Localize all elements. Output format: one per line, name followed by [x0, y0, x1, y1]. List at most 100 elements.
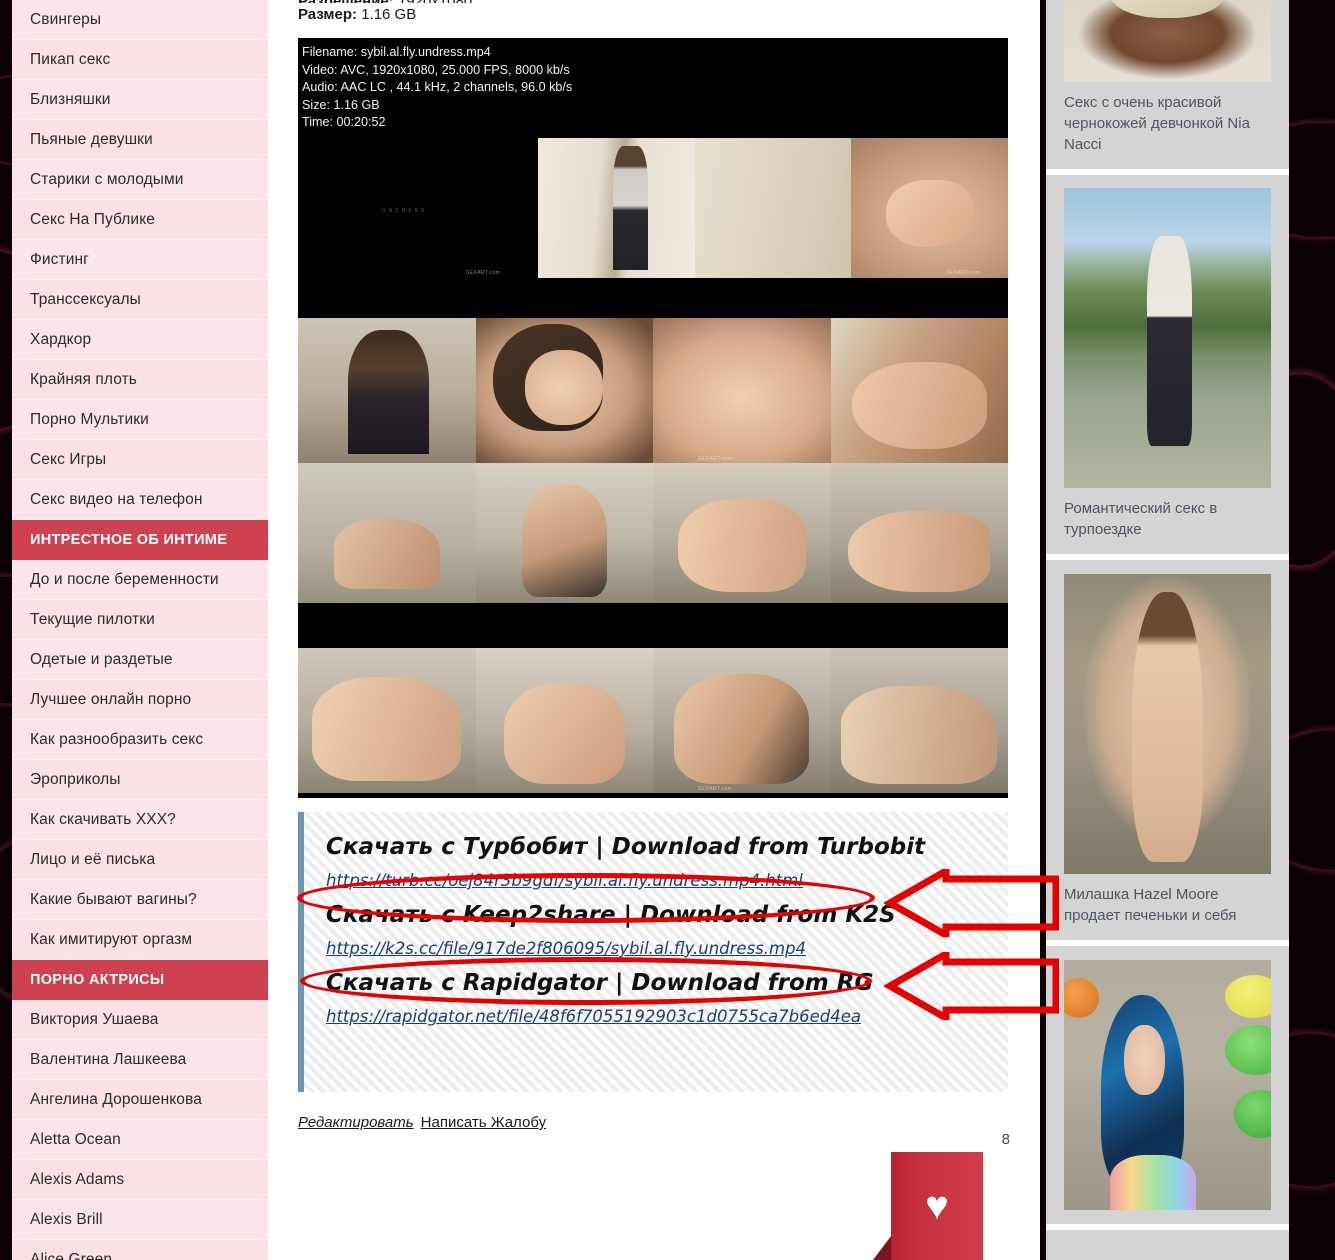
download-link[interactable]: https://rapidgator.net/file/48f6f7055192…: [326, 1002, 861, 1032]
sidebar-item[interactable]: Aletta Ocean: [12, 1120, 268, 1160]
sidebar-item[interactable]: Текущие пилотки: [12, 600, 268, 640]
preview-row-3: [298, 463, 1008, 603]
sidebar-item[interactable]: Порно Мультики: [12, 400, 268, 440]
preview-frame: [694, 138, 852, 278]
sidebar-item[interactable]: До и после беременности: [12, 560, 268, 600]
sidebar-item[interactable]: Близняшки: [12, 80, 268, 120]
media-info-size: Size: 1.16 GB: [302, 97, 380, 112]
sidebar-item[interactable]: Как скачивать XXX?: [12, 800, 268, 840]
sidebar-section-header: ПОРНО АКТРИСЫ: [12, 960, 268, 1000]
thumb-shape: [1064, 977, 1100, 1018]
annotation-arrow-turbobit: [884, 869, 1059, 937]
preview-watermark: SEXART.com: [698, 786, 733, 792]
thumb-shape: [1109, 1155, 1197, 1210]
download-provider-title: Скачать с Турбобит | Download from Turbo…: [326, 834, 926, 860]
sidebar-item[interactable]: Фистинг: [12, 240, 268, 280]
preview-watermark: SEXART.com: [698, 456, 733, 462]
preview-frame: [475, 318, 653, 463]
related-card[interactable]: Романтический секс в турпоездке: [1046, 188, 1289, 560]
sidebar-item[interactable]: Виктория Ушаева: [12, 1000, 268, 1040]
preview-title-glyphs: UNDRESS: [382, 208, 428, 214]
sidebar-item[interactable]: Старики с молодыми: [12, 160, 268, 200]
sidebar-item[interactable]: Транссексуалы: [12, 280, 268, 320]
sidebar-item[interactable]: Alice Green: [12, 1240, 268, 1260]
download-link[interactable]: https://turb.cc/oej84r3b9gdf/sybil.al.fl…: [326, 866, 803, 896]
sidebar-section-header: ИНТРЕСТНОЕ ОБ ИНТИМЕ: [12, 520, 268, 560]
video-preview-screenshot[interactable]: Filename: sybil.al.fly.undress.mp4 Video…: [298, 38, 1008, 798]
thumb-shape: [1132, 592, 1203, 862]
related-caption[interactable]: Милашка Hazel Moore продает печеньки и с…: [1046, 874, 1289, 926]
preview-frame: [851, 138, 1008, 278]
sidebar-item[interactable]: Как разнообразить секс: [12, 720, 268, 760]
complaint-link[interactable]: Написать Жалобу: [421, 1114, 546, 1131]
sidebar-item[interactable]: Секс видео на телефон: [12, 480, 268, 520]
related-card[interactable]: Секс с очень красивой чернокожей девчонк…: [1046, 0, 1289, 175]
related-card[interactable]: Милашка Hazel Moore продает печеньки и с…: [1046, 574, 1289, 946]
sidebar-item[interactable]: Ангелина Дорошенкова: [12, 1080, 268, 1120]
thumb-shape: [1225, 1025, 1271, 1075]
media-info-filename: Filename: sybil.al.fly.undress.mp4: [302, 45, 491, 59]
preview-watermark: SEXART.com: [466, 270, 501, 276]
sidebar-item[interactable]: Крайняя плоть: [12, 360, 268, 400]
related-thumbnail[interactable]: [1064, 574, 1271, 874]
annotation-arrow-k2s: [884, 952, 1059, 1020]
sidebar-item[interactable]: Alexis Brill: [12, 1200, 268, 1240]
media-info-text: Filename: sybil.al.fly.undress.mp4 Video…: [302, 44, 572, 132]
related-thumbnail[interactable]: [1064, 188, 1271, 488]
views-counter: 8: [1001, 1131, 1010, 1148]
sidebar-item[interactable]: Лучшее онлайн порно: [12, 680, 268, 720]
sidebar-item[interactable]: Как имитируют оргазм: [12, 920, 268, 960]
sidebar-item[interactable]: Какие бывают вагины?: [12, 880, 268, 920]
sidebar-item[interactable]: Секс На Публике: [12, 200, 268, 240]
sidebar-item[interactable]: Валентина Лашкеева: [12, 1040, 268, 1080]
edit-link[interactable]: Редактировать: [298, 1114, 414, 1131]
related-card[interactable]: [1046, 960, 1289, 1230]
sidebar-item[interactable]: Эроприколы: [12, 760, 268, 800]
sidebar-item[interactable]: Пикап секс: [12, 40, 268, 80]
thumb-shape: [1146, 236, 1193, 446]
favorite-bookmark-widget[interactable]: ♥: [873, 1152, 983, 1260]
preview-frame: [830, 318, 1008, 463]
page-layout: Свингеры Пикап секс Близняшки Пьяные девушк…: [0, 0, 1335, 1260]
thumb-shape: [1109, 0, 1226, 19]
right-sidebar: Секс с очень красивой чернокожей девчонк…: [1046, 0, 1289, 1260]
related-caption[interactable]: Романтический секс в турпоездке: [1046, 488, 1289, 540]
size-meta: Размер: 1.16 GB: [298, 3, 1010, 26]
sidebar-item[interactable]: Лицо и её писька: [12, 840, 268, 880]
preview-frame: [653, 463, 831, 603]
sidebar-item[interactable]: Секс Игры: [12, 440, 268, 480]
preview-row-2: [298, 318, 1008, 463]
sidebar-item[interactable]: Свингеры: [12, 0, 268, 40]
media-info-audio: Audio: AAC LC , 44.1 kHz, 2 channels, 96…: [302, 80, 573, 94]
preview-frame: [653, 648, 831, 793]
preview-frame: [298, 318, 476, 463]
thumb-shape: [1124, 1025, 1166, 1095]
preview-frame: [830, 648, 1008, 793]
thumb-shape: [1225, 975, 1271, 1018]
ribbon-fold: [873, 1236, 891, 1260]
preview-frame: [475, 463, 653, 603]
media-info-video: Video: AVC, 1920x1080, 25.000 FPS, 8000 …: [302, 62, 570, 77]
sidebar-item[interactable]: Одетые и раздетые: [12, 640, 268, 680]
sidebar-item[interactable]: Alexis Adams: [12, 1160, 268, 1200]
preview-frame: UNDRESS: [298, 138, 538, 278]
preview-row-1: UNDRESS: [298, 138, 1008, 278]
preview-frame: [298, 463, 476, 603]
preview-frame: [830, 463, 1008, 603]
preview-watermark: SEXART.com: [946, 270, 981, 276]
thumb-shape: [1233, 1090, 1271, 1138]
heart-icon[interactable]: ♥: [891, 1152, 983, 1260]
preview-frame: [475, 648, 653, 793]
related-thumbnail[interactable]: [1064, 0, 1271, 82]
preview-frame: [538, 138, 695, 278]
sidebar-item[interactable]: Пьяные девушки: [12, 120, 268, 160]
related-thumbnail[interactable]: [1064, 960, 1271, 1210]
download-link[interactable]: https://k2s.cc/file/917de2f806095/sybil.…: [326, 934, 806, 964]
size-value: 1.16 GB: [361, 6, 417, 23]
preview-frame: [298, 648, 476, 793]
main-content: Разрешение: 1920x1080 Размер: 1.16 GB Fi…: [268, 0, 1040, 1260]
left-sidebar: Свингеры Пикап секс Близняшки Пьяные девушк…: [12, 0, 268, 1260]
sidebar-item[interactable]: Хардкор: [12, 320, 268, 360]
size-label: Размер:: [298, 6, 358, 23]
related-caption[interactable]: Секс с очень красивой чернокожей девчонк…: [1046, 82, 1289, 155]
